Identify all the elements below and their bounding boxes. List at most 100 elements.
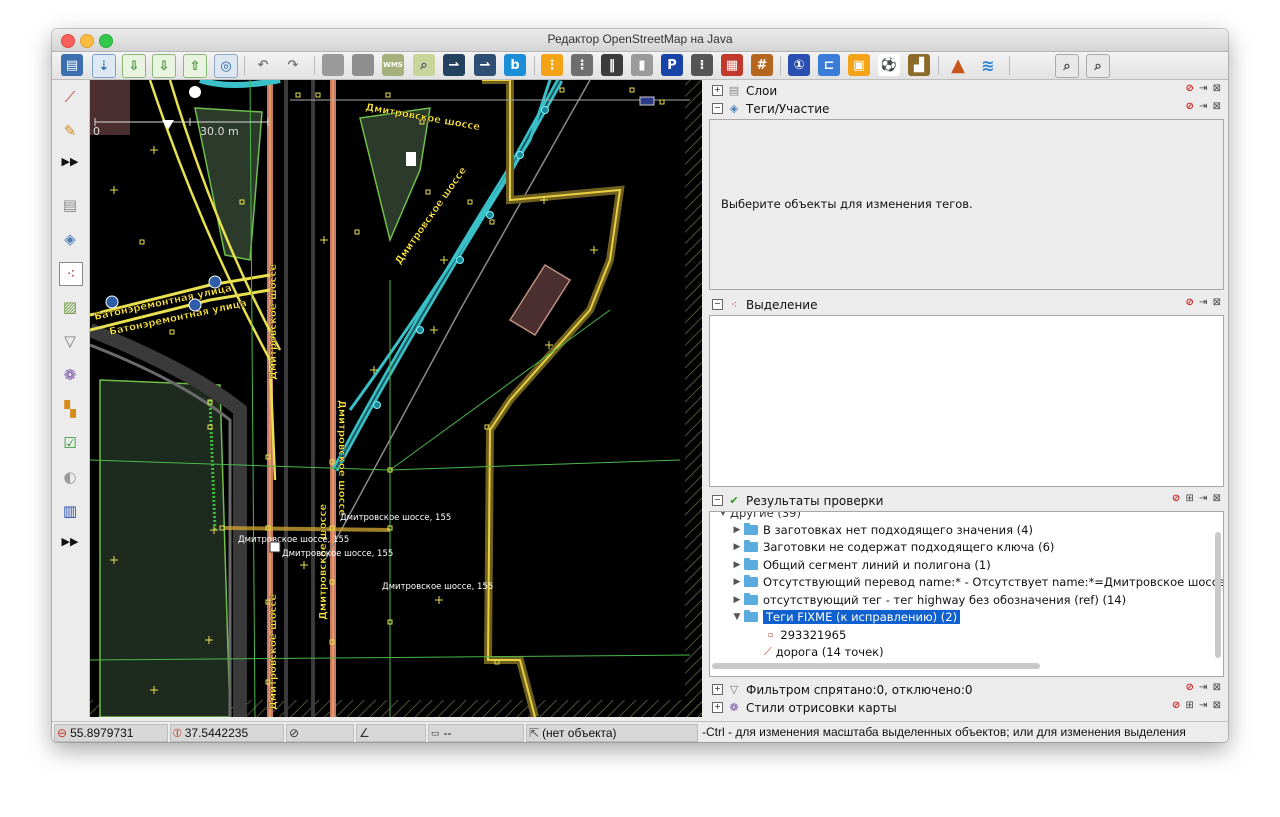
imagery-toggle-icon[interactable]: ▨ <box>59 296 81 318</box>
layers-toggle-icon[interactable]: ▤ <box>59 194 81 216</box>
bing-icon[interactable]: b <box>504 54 526 76</box>
tree-item[interactable]: ▶ Отсутствующий перевод name:* - Отсутств… <box>730 573 1223 590</box>
notes-toggle-icon[interactable]: ◐ <box>59 466 81 488</box>
sports-icon[interactable]: ⚽ <box>878 54 900 76</box>
history-toggle-icon[interactable]: ▚ <box>59 398 81 420</box>
undo-icon[interactable]: ↶ <box>252 54 274 76</box>
map-view[interactable]: 0 30.0 m Дмитровское шоссе Дмитровское ш… <box>90 80 702 717</box>
panel-controls[interactable]: ⊘ ⇥ ⊠ <box>1185 83 1222 94</box>
latitude-field: ⊖ 55.8979731 <box>54 724 168 742</box>
relations-toggle-icon[interactable]: ▥ <box>59 500 81 522</box>
open-file-icon[interactable]: ▤ <box>61 54 83 76</box>
selection-panel-header[interactable]: − ⁖ Выделение ⊘ ⇥ ⊠ <box>708 296 1226 313</box>
layers-panel-header[interactable]: + ▤ Слои ⊘ ⇥ ⊠ <box>708 82 1226 99</box>
peak-icon[interactable]: ▲ <box>947 54 969 76</box>
tags-panel-header[interactable]: − ◈ Теги/Участие ⊘ ⇥ ⊠ <box>708 100 1226 117</box>
expand-arrow-icon[interactable]: ▶ <box>730 577 744 587</box>
status-bar: ⊖ 55.8979731 ⦶ 37.5442235 ⊘ ∠ ▭ -- ⇱ (нет об… <box>52 721 1228 742</box>
validation-toggle-icon[interactable]: ☑ <box>59 432 81 454</box>
panel-controls[interactable]: ⊘ ⇥ ⊠ <box>1185 297 1222 308</box>
collapse-icon[interactable]: − <box>712 103 723 114</box>
upload-icon[interactable]: ⇧ <box>183 54 207 78</box>
collapse-icon[interactable]: − <box>712 299 723 310</box>
tree-item[interactable]: ▶ Заготовки не содержат подходящего ключа… <box>730 538 1054 555</box>
more-tools-icon[interactable]: ▶▶ <box>59 150 81 172</box>
expand-arrow-icon[interactable]: ▶ <box>730 595 744 605</box>
traffic-light-icon[interactable]: ⁝ <box>691 54 713 76</box>
map-canvas[interactable]: 0 30.0 m Дмитровское шоссе Дмитровское ш… <box>90 80 702 717</box>
tree-item-selected[interactable]: ▼ Теги FIXME (к исправлению) (2) <box>730 608 961 625</box>
shop-icon[interactable]: ▣ <box>848 54 870 76</box>
validation-tree[interactable]: ▼ Другие (39) ▶ В заготовках нет подходяще… <box>709 511 1224 677</box>
more-dialogs-icon[interactable]: ▶▶ <box>59 530 81 552</box>
wms-tms-icon[interactable]: WMS <box>382 54 404 76</box>
styles-panel-title: Стили отрисовки карты <box>746 700 897 715</box>
expand-icon[interactable]: + <box>712 85 723 96</box>
toilet-icon <box>406 152 416 166</box>
imagery-2-icon[interactable] <box>352 54 374 76</box>
expand-arrow-icon[interactable]: ▶ <box>730 542 744 552</box>
hotel-icon[interactable]: ⊏ <box>818 54 840 76</box>
expand-icon[interactable]: + <box>712 702 723 713</box>
open-location-icon[interactable]: ⇣ <box>92 54 116 78</box>
styles-panel-header[interactable]: + ❁ Стили отрисовки карты ⊘ ⊞ ⇥ ⊠ <box>708 699 1226 716</box>
panel-controls[interactable]: ⊘ ⊞ ⇥ ⊠ <box>1172 700 1222 711</box>
highway-secondary-icon[interactable]: ⇀ <box>474 54 496 76</box>
vertical-scrollbar[interactable] <box>1215 532 1221 658</box>
collapse-arrow-icon[interactable]: ▼ <box>730 612 744 622</box>
tags-toggle-icon[interactable]: ◈ <box>59 228 81 250</box>
panel-controls[interactable]: ⊘ ⇥ ⊠ <box>1185 682 1222 693</box>
railway-icon[interactable]: # <box>751 54 773 76</box>
zoom-out-icon[interactable]: ⌕ <box>1086 54 1110 78</box>
tree-subitem[interactable]: ▫ 293321965 <box>768 626 846 643</box>
panel-controls[interactable]: ⊘ ⊞ ⇥ ⊠ <box>1172 493 1222 504</box>
wall-icon[interactable]: ▦ <box>721 54 743 76</box>
expand-arrow-icon[interactable]: ▶ <box>730 525 744 535</box>
update-data-icon[interactable]: ◎ <box>214 54 238 78</box>
draw-tool-icon[interactable]: ✎ <box>59 120 81 142</box>
expand-arrow-icon[interactable]: ▶ <box>730 560 744 570</box>
tree-group-other[interactable]: ▼ Другие (39) <box>716 512 801 521</box>
tree-item[interactable]: ▶ отсутствующий тег - тег highway без обо… <box>730 591 1126 608</box>
river-icon[interactable]: ≋ <box>977 54 999 76</box>
select-tool-icon[interactable]: ⟋ <box>59 86 81 108</box>
latitude-icon: ⊖ <box>57 726 68 740</box>
angle-field: ∠ <box>356 724 426 742</box>
tree-item[interactable]: ▶ Общий сегмент линий и полигона (1) <box>730 556 991 573</box>
road-dark-icon[interactable]: ‖ <box>601 54 623 76</box>
download-icon[interactable]: ⇩ <box>122 54 146 78</box>
angle-icon: ∠ <box>359 726 370 740</box>
horizontal-scrollbar[interactable] <box>712 663 1040 669</box>
zoom-search-icon[interactable]: ⌕ <box>413 54 435 76</box>
folder-icon <box>744 609 758 622</box>
selection-icon: ⁖ <box>730 298 738 311</box>
expand-icon[interactable]: + <box>712 684 723 695</box>
road-grey-icon[interactable]: ⋮ <box>571 54 593 76</box>
download-along-icon[interactable]: ⇩ <box>152 54 176 78</box>
tree-item[interactable]: ▶ В заготовках нет подходящего значения (… <box>730 521 1033 538</box>
imagery-icon[interactable] <box>322 54 344 76</box>
filter-panel-header[interactable]: + ▽ Фильтром спрятано:0, отключено:0 ⊘ ⇥… <box>708 681 1226 698</box>
distance-field: ▭ -- <box>428 724 524 742</box>
panel-controls[interactable]: ⊘ ⇥ ⊠ <box>1185 101 1222 112</box>
industrial-icon[interactable]: ▟ <box>908 54 930 76</box>
node-icon: ▫ <box>768 630 774 639</box>
folder-icon <box>744 592 758 605</box>
parking-icon[interactable]: P <box>661 54 683 76</box>
filter-toggle-icon[interactable]: ▽ <box>59 330 81 352</box>
zoom-in-icon[interactable]: ⌕ <box>1055 54 1079 78</box>
redo-icon[interactable]: ↷ <box>282 54 304 76</box>
selection-toggle-icon[interactable]: ⁖ <box>59 262 83 286</box>
selection-list[interactable] <box>709 315 1224 487</box>
styles-toggle-icon[interactable]: ❁ <box>59 364 81 386</box>
tree-subitem[interactable]: ⟋ дорога (14 точек) <box>764 643 884 660</box>
address-label: Дмитровское шоссе, 155 <box>238 535 349 545</box>
josm-window: Редактор OpenStreetMap на Java ▤ ⇣ ⇩ ⇩ ⇧… <box>52 29 1228 742</box>
road-light-icon[interactable]: ▮ <box>631 54 653 76</box>
road-yellow-icon[interactable]: ⋮ <box>541 54 563 76</box>
highway-primary-icon[interactable]: ⇀ <box>443 54 465 76</box>
collapse-icon[interactable]: − <box>712 495 723 506</box>
address-number-icon[interactable]: ① <box>788 54 810 76</box>
title-bar: Редактор OpenStreetMap на Java <box>52 29 1228 52</box>
validation-panel-header[interactable]: − ✔ Результаты проверки ⊘ ⊞ ⇥ ⊠ <box>708 492 1226 509</box>
